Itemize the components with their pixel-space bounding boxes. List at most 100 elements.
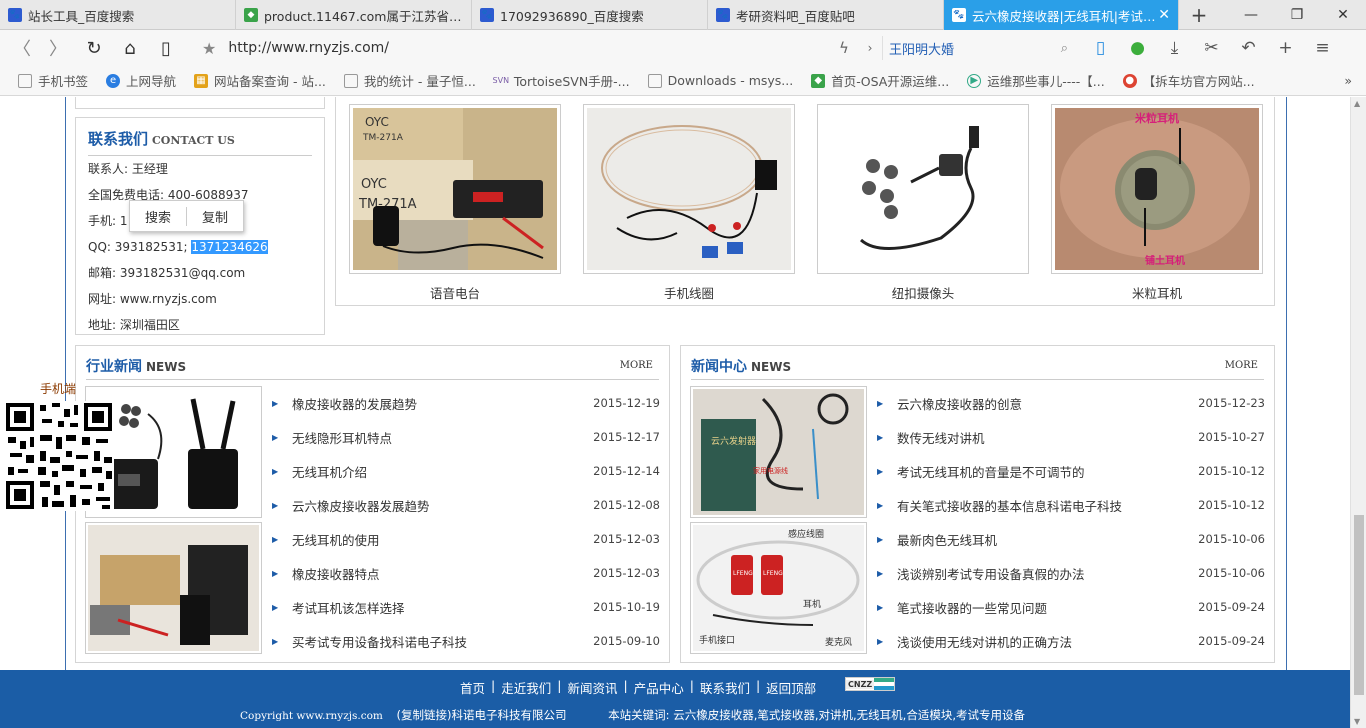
tab-5-active[interactable]: 🐾 云六橡皮接收器|无线耳机|考试专用 ✕: [944, 0, 1179, 30]
list-item[interactable]: ▶ 云六橡皮接收器的创意 2015-12-23: [877, 386, 1265, 420]
search-input[interactable]: 王阳明大婚 ⌕: [882, 36, 1074, 60]
news-title[interactable]: 考试耳机该怎样选择: [292, 598, 590, 617]
footer-link-top[interactable]: 返回顶部: [760, 678, 822, 697]
list-item[interactable]: ▶ 云六橡皮接收器发展趋势 2015-12-08: [272, 488, 660, 522]
bookmark-item[interactable]: Downloads - msys...: [647, 73, 793, 88]
product-card[interactable]: OYC TM-271A OYC TM-271A 语音电台: [349, 104, 561, 302]
url-bar[interactable]: ★ http://www.rnyzjs.com/: [202, 35, 822, 61]
context-copy-button[interactable]: 复制: [186, 206, 243, 226]
news-title[interactable]: 有关笔式接收器的基本信息科诺电子科技: [897, 496, 1195, 515]
scrollbar-thumb[interactable]: [1354, 515, 1364, 695]
tab-1[interactable]: 🐾 站长工具_百度搜索: [0, 0, 236, 30]
bookmark-item[interactable]: 手机书签: [18, 71, 88, 90]
news-title[interactable]: 橡皮接收器特点: [292, 564, 590, 583]
product-image-radio[interactable]: OYC TM-271A OYC TM-271A: [349, 104, 561, 274]
news-title[interactable]: 笔式接收器的一些常见问题: [897, 598, 1195, 617]
list-item[interactable]: ▶ 浅谈辨别考试专用设备真假的办法 2015-10-06: [877, 556, 1265, 590]
more-bookmarks-button[interactable]: »: [1344, 73, 1352, 88]
bookmark-item[interactable]: ▶ 运维那些事儿----【...: [967, 71, 1105, 90]
page-scrollbar[interactable]: ▲ ▼: [1350, 97, 1366, 728]
news-title[interactable]: 无线耳机的使用: [292, 530, 590, 549]
news-title[interactable]: 浅谈辨别考试专用设备真假的办法: [897, 564, 1195, 583]
reload-button[interactable]: ↻: [76, 38, 112, 59]
search-icon[interactable]: ⌕: [1061, 41, 1068, 56]
home-button[interactable]: ⌂: [112, 38, 148, 59]
bookmark-item[interactable]: 我的统计 - 量子恒...: [343, 71, 476, 90]
list-item[interactable]: ▶ 买考试专用设备找科诺电子科技 2015-09-10: [272, 624, 660, 658]
qq-selected-text[interactable]: 1371234626: [191, 240, 268, 254]
plus-icon[interactable]: +: [1267, 38, 1304, 58]
news-title[interactable]: 无线耳机介绍: [292, 462, 590, 481]
list-item[interactable]: ▶ 考试无线耳机的音量是不可调节的 2015-10-12: [877, 454, 1265, 488]
list-item[interactable]: ▶ 橡皮接收器特点 2015-12-03: [272, 556, 660, 590]
bookmark-item[interactable]: ◆ 首页-OSA开源运维...: [811, 71, 949, 90]
mobile-icon[interactable]: ▯: [1082, 38, 1119, 58]
list-item[interactable]: ▶ 无线耳机介绍 2015-12-14: [272, 454, 660, 488]
product-card[interactable]: 手机线圈: [583, 104, 795, 302]
footer-link-home[interactable]: 首页: [454, 678, 491, 697]
list-item[interactable]: ▶ 有关笔式接收器的基本信息科诺电子科技 2015-10-12: [877, 488, 1265, 522]
list-item[interactable]: ▶ 浅谈使用无线对讲机的正确方法 2015-09-24: [877, 624, 1265, 658]
list-item[interactable]: ▶ 数传无线对讲机 2015-10-27: [877, 420, 1265, 454]
news-title[interactable]: 考试无线耳机的音量是不可调节的: [897, 462, 1195, 481]
bookmark-item[interactable]: ● 【拆车坊官方网站...: [1122, 71, 1255, 90]
news-title[interactable]: 数传无线对讲机: [897, 428, 1195, 447]
product-caption[interactable]: 语音电台: [349, 283, 561, 302]
context-search-button[interactable]: 搜索: [130, 207, 186, 226]
product-image-mini-earpiece[interactable]: 米粒耳机 铺土耳机: [1051, 104, 1263, 274]
tab-3[interactable]: 🐾 17092936890_百度搜索: [472, 0, 708, 30]
news-title[interactable]: 无线隐形耳机特点: [292, 428, 590, 447]
footer-link-contact[interactable]: 联系我们: [694, 678, 756, 697]
product-image-button-camera[interactable]: [817, 104, 1029, 274]
scroll-up-icon[interactable]: ▲: [1354, 99, 1360, 108]
list-item[interactable]: ▶ 考试耳机该怎样选择 2015-10-19: [272, 590, 660, 624]
news-thumbnail[interactable]: 云六发射器 家用电源线: [690, 386, 867, 518]
bookmark-star-icon[interactable]: ★: [202, 39, 216, 58]
restore-button[interactable]: ❐: [1274, 0, 1320, 29]
close-window-button[interactable]: ✕: [1320, 0, 1366, 29]
cnzz-badge[interactable]: CNZZ: [845, 677, 895, 691]
product-card[interactable]: 米粒耳机 铺土耳机 米粒耳机: [1051, 104, 1263, 302]
news-title[interactable]: 云六橡皮接收器发展趋势: [292, 496, 590, 515]
scissors-icon[interactable]: ✂: [1193, 38, 1230, 58]
product-caption[interactable]: 纽扣摄像头: [817, 283, 1029, 302]
forward-button[interactable]: 〉: [40, 35, 76, 61]
reading-mode-button[interactable]: ▯: [148, 38, 184, 59]
close-tab-icon[interactable]: ✕: [1158, 7, 1170, 23]
undo-icon[interactable]: ↶: [1230, 38, 1267, 58]
back-button[interactable]: 〈: [4, 35, 40, 61]
more-link[interactable]: MORE: [620, 360, 653, 371]
list-item[interactable]: ▶ 橡皮接收器的发展趋势 2015-12-19: [272, 386, 660, 420]
news-thumbnail[interactable]: LFENG LFENG 感应线圈 耳机 手机接口 麦克风: [690, 522, 867, 654]
list-item[interactable]: ▶ 无线耳机的使用 2015-12-03: [272, 522, 660, 556]
news-title[interactable]: 买考试专用设备找科诺电子科技: [292, 632, 590, 651]
wechat-icon[interactable]: ●: [1119, 38, 1156, 58]
tab-2[interactable]: ◆ product.11467.com属于江苏省扬州: [236, 0, 472, 30]
product-image-coil[interactable]: [583, 104, 795, 274]
news-title[interactable]: 最新肉色无线耳机: [897, 530, 1195, 549]
more-link[interactable]: MORE: [1225, 360, 1258, 371]
list-item[interactable]: ▶ 最新肉色无线耳机 2015-10-06: [877, 522, 1265, 556]
chevron-right-icon[interactable]: ›: [858, 41, 882, 55]
tab-4[interactable]: 🐾 考研资料吧_百度贴吧: [708, 0, 944, 30]
footer-link-about[interactable]: 走近我们: [495, 678, 557, 697]
scroll-down-icon[interactable]: ▼: [1354, 717, 1360, 726]
product-card[interactable]: 纽扣摄像头: [817, 104, 1029, 302]
bookmark-item[interactable]: e 上网导航: [106, 71, 176, 90]
bookmark-item[interactable]: ▦ 网站备案查询 - 站...: [194, 71, 326, 90]
news-title[interactable]: 浅谈使用无线对讲机的正确方法: [897, 632, 1195, 651]
accelerate-icon[interactable]: ϟ: [830, 39, 858, 57]
news-title[interactable]: 橡皮接收器的发展趋势: [292, 394, 590, 413]
minimize-button[interactable]: —: [1228, 0, 1274, 29]
download-icon[interactable]: ⤓: [1156, 38, 1193, 58]
list-item[interactable]: ▶ 无线隐形耳机特点 2015-12-17: [272, 420, 660, 454]
footer-link-products[interactable]: 产品中心: [628, 678, 690, 697]
menu-icon[interactable]: ≡: [1304, 38, 1341, 58]
product-caption[interactable]: 米粒耳机: [1051, 283, 1263, 302]
new-tab-button[interactable]: +: [1179, 0, 1219, 29]
qr-code[interactable]: [4, 401, 114, 511]
list-item[interactable]: ▶ 笔式接收器的一些常见问题 2015-09-24: [877, 590, 1265, 624]
news-title[interactable]: 云六橡皮接收器的创意: [897, 394, 1195, 413]
bookmark-item[interactable]: SVN TortoiseSVN手册-...: [493, 71, 630, 90]
news-thumbnail[interactable]: [85, 522, 262, 654]
